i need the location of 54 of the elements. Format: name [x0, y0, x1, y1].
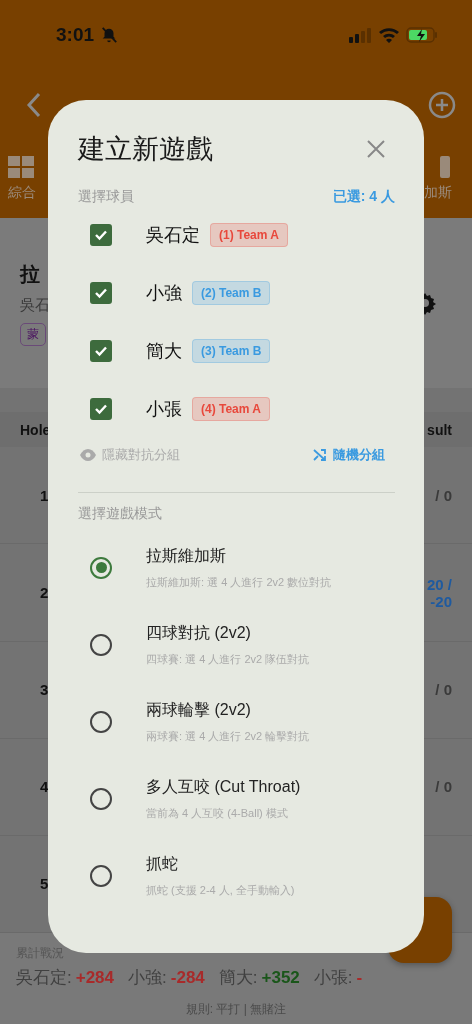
wifi-icon	[378, 27, 400, 43]
player-name: 簡大:	[218, 967, 258, 987]
section-label: 選擇球員	[78, 188, 134, 206]
player-name: 吳石定:	[16, 967, 72, 987]
team-tag: (4) Team A	[192, 397, 270, 421]
player-name: 小強:	[128, 967, 167, 987]
eye-icon	[80, 449, 96, 461]
player-name: 小張	[146, 398, 182, 421]
radio-button[interactable]	[90, 556, 112, 579]
checkbox[interactable]	[90, 398, 112, 420]
team-tag: (1) Team A	[210, 223, 288, 247]
player-score: -284	[170, 967, 205, 987]
checkbox[interactable]	[90, 282, 112, 304]
radio-button[interactable]	[90, 864, 112, 887]
section-label: 選擇遊戲模式	[78, 505, 163, 523]
hole-number: 5	[40, 875, 49, 893]
shuffle-icon	[313, 448, 327, 462]
battery-icon	[406, 27, 438, 43]
checkbox[interactable]	[90, 224, 112, 246]
selected-count: 已選: 4 人	[332, 188, 395, 206]
signal-icon	[348, 27, 372, 43]
hole-number: 4	[40, 778, 49, 796]
hole-number: 3	[40, 681, 49, 699]
game-title: 拉	[20, 261, 40, 287]
radio-button[interactable]	[90, 633, 112, 656]
course-tag: 蒙	[20, 322, 46, 346]
hole-result: 20 /	[426, 575, 452, 593]
team-tag: (2) Team B	[192, 281, 271, 305]
close-icon[interactable]	[366, 139, 386, 159]
bell-slash-icon	[100, 26, 119, 44]
radio-button[interactable]	[90, 787, 112, 810]
player-name: 吳石定	[146, 224, 200, 247]
hole-number: 2	[40, 584, 49, 602]
player-name: 小強	[146, 282, 182, 305]
player-score: +284	[75, 967, 115, 987]
hole-result: -20	[430, 592, 452, 610]
hole-result: / 0	[435, 778, 452, 796]
column-header: Hole	[20, 421, 51, 438]
radio-button[interactable]	[90, 710, 112, 733]
player-score: +352	[261, 967, 300, 987]
checkbox[interactable]	[90, 340, 112, 362]
hole-number: 1	[40, 486, 49, 504]
player-name: 簡大	[146, 340, 182, 363]
player-name: 小張:	[313, 967, 353, 987]
tab-icon	[440, 156, 452, 178]
status-time: 3:01	[56, 24, 95, 46]
column-header: sult	[427, 421, 452, 438]
hole-result: / 0	[435, 486, 452, 504]
game-players: 吳石	[20, 295, 50, 315]
hole-result: / 0	[435, 681, 452, 699]
dialog-title: 建立新遊戲	[78, 133, 213, 166]
grid-icon	[8, 156, 36, 178]
team-tag: (3) Team B	[192, 339, 271, 363]
player-score: -	[356, 967, 363, 987]
